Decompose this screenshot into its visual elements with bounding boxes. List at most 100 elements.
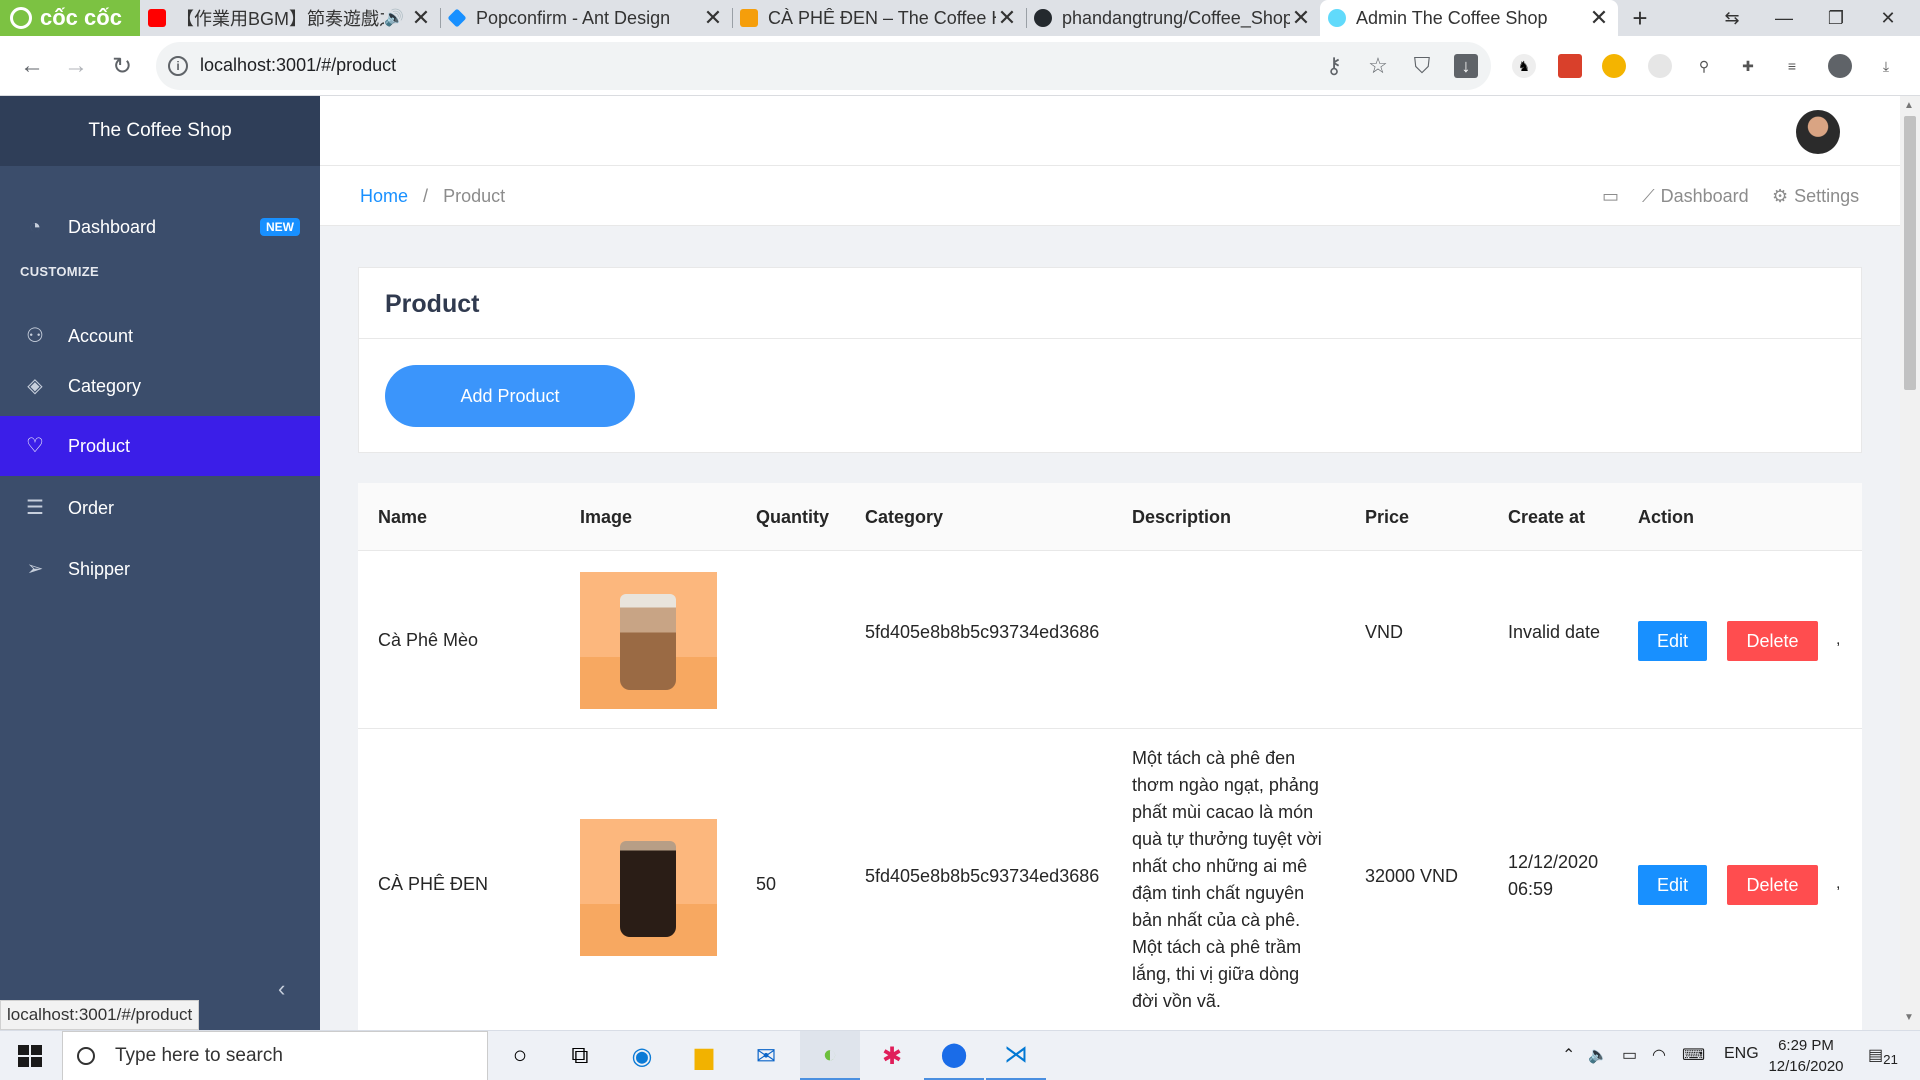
back-icon[interactable]: ← (16, 50, 48, 82)
product-created: 12/12/2020 06:59 (1508, 849, 1598, 903)
description-line: thơm ngào ngạt, phảng (1132, 775, 1319, 795)
extension-icon[interactable] (1648, 54, 1672, 78)
extension-icon[interactable] (1558, 54, 1582, 78)
app-title[interactable]: The Coffee Shop (0, 96, 320, 166)
product-category: 5fd405e8b8b5c93734ed3686 (865, 866, 1100, 886)
browser-tab-bgm[interactable]: 【作業用BGM】節奏遊戲之 🔊 ✕ (140, 0, 440, 36)
notification-center-icon[interactable]: ▤21 (1868, 1045, 1898, 1067)
window-close-icon[interactable]: ✕ (1862, 0, 1914, 36)
key-icon[interactable]: ⚷ (1322, 54, 1346, 78)
close-icon[interactable]: ✕ (702, 5, 724, 31)
show-hidden-icons-icon[interactable]: ⌃ (1562, 1045, 1575, 1065)
column-header-name: Name (378, 507, 428, 527)
profile-icon[interactable] (1828, 54, 1852, 78)
react-icon (1328, 9, 1346, 27)
scrollbar-thumb[interactable] (1904, 116, 1916, 390)
cortana-icon[interactable]: ○ (490, 1031, 550, 1080)
taskbar-clock[interactable]: 6:29 PM 12/16/2020 (1766, 1035, 1846, 1077)
edit-button[interactable]: Edit (1638, 865, 1707, 905)
collapse-sidebar-icon[interactable]: ‹ (278, 976, 285, 1002)
created-time: 06:59 (1508, 879, 1554, 899)
browser-tab-popconfirm[interactable]: Popconfirm - Ant Design ✕ (440, 0, 732, 36)
page-scrollbar[interactable]: ▲ ▼ (1900, 96, 1920, 1030)
product-table: Name Image Quantity Category Description… (358, 483, 1862, 1030)
address-bar[interactable]: i localhost:3001/#/product ⚷ ☆ ⛉ ↓ (156, 42, 1491, 90)
close-icon[interactable]: ✕ (996, 5, 1018, 31)
clock-time: 6:29 PM (1778, 1037, 1834, 1054)
sidebar-item-order[interactable]: ☰ Order (0, 478, 320, 538)
browser-tab-github[interactable]: phandangtrung/Coffee_Shop ✕ (1026, 0, 1320, 36)
browser-brand-label: cốc cốc (40, 5, 122, 30)
keyboard-icon[interactable]: ⌨ (1682, 1045, 1705, 1065)
close-icon[interactable]: ✕ (410, 5, 432, 31)
delete-button[interactable]: Delete (1727, 865, 1818, 905)
avatar[interactable] (1796, 110, 1840, 154)
message-icon[interactable]: ▭ (1602, 186, 1619, 207)
vscode-icon[interactable]: ⋊ (986, 1031, 1046, 1080)
sidebar-item-dashboard[interactable]: ◔ Dashboard NEW (0, 197, 320, 257)
minimize-icon[interactable]: — (1758, 0, 1810, 36)
tab-label: Admin The Coffee Shop (1356, 7, 1548, 28)
download-icon[interactable]: ↓ (1454, 54, 1478, 78)
close-icon[interactable]: ✕ (1588, 5, 1610, 31)
new-tab-icon[interactable]: + (1614, 0, 1666, 36)
coccoc-taskbar-icon[interactable]: ◐ (800, 1031, 860, 1080)
extension-icon[interactable] (1602, 54, 1626, 78)
extension-icon[interactable]: ♞ (1512, 54, 1536, 78)
bookmark-star-icon[interactable]: ☆ (1366, 54, 1390, 78)
sidebar-item-shipper[interactable]: ➢ Shipper (0, 539, 320, 599)
breadcrumb-home[interactable]: Home (360, 186, 408, 206)
description-line: phất mùi cacao là món (1132, 802, 1314, 822)
browser-brand[interactable]: cốc cốc (0, 0, 140, 36)
tab-label: Popconfirm - Ant Design (476, 7, 671, 28)
description-line: bản nhất của cà phê. (1132, 910, 1301, 930)
header-settings-link[interactable]: ⚙ Settings (1772, 186, 1859, 207)
tab-search-icon[interactable]: ⇆ (1706, 0, 1758, 36)
sidebar: The Coffee Shop ◔ Dashboard NEW CUSTOMIZ… (0, 96, 320, 1030)
forward-icon[interactable]: → (60, 50, 92, 82)
reload-icon[interactable]: ↻ (106, 50, 138, 82)
close-icon[interactable]: ✕ (1290, 5, 1312, 31)
sidebar-item-product[interactable]: ♡ Product (0, 416, 320, 476)
scroll-down-icon[interactable]: ▼ (1904, 1012, 1914, 1023)
slack-icon[interactable]: ✱ (862, 1031, 922, 1080)
chart-line-icon: ⟋ (1642, 186, 1655, 206)
edge-icon[interactable]: ◉ (612, 1031, 672, 1080)
windows-start-icon[interactable] (18, 1045, 42, 1067)
wifi-icon[interactable]: ◠ (1652, 1045, 1666, 1065)
add-product-button[interactable]: Add Product (385, 365, 635, 427)
ant-design-icon (447, 8, 467, 28)
battery-icon[interactable]: ▭ (1622, 1045, 1637, 1065)
playlist-icon[interactable]: ≡ (1780, 54, 1804, 78)
volume-icon[interactable]: 🔈 (1588, 1045, 1608, 1065)
site-info-icon[interactable]: i (168, 56, 188, 76)
description-line: đời vồn vã. (1132, 991, 1221, 1011)
maximize-icon[interactable]: ❐ (1810, 0, 1862, 36)
product-quantity: 50 (756, 874, 777, 894)
task-view-icon[interactable]: ⧉ (550, 1031, 610, 1080)
location-pin-icon[interactable]: ⚲ (1692, 54, 1716, 78)
sidebar-item-category[interactable]: ◈ Category (0, 356, 320, 416)
browser-tab-coffee-house[interactable]: CÀ PHÊ ĐEN – The Coffee Ho ✕ (732, 0, 1026, 36)
address-url[interactable]: localhost:3001/#/product (200, 55, 396, 76)
layers-icon: ◈ (27, 375, 43, 397)
sidebar-item-label: Account (68, 325, 134, 346)
header-dashboard-link[interactable]: ⟋ Dashboard (1642, 186, 1749, 207)
taskbar-search[interactable]: Type here to search (62, 1031, 488, 1080)
delete-button[interactable]: Delete (1727, 621, 1818, 661)
edit-button[interactable]: Edit (1638, 621, 1707, 661)
sidebar-item-label: Order (68, 497, 115, 518)
browser-tab-admin[interactable]: Admin The Coffee Shop ✕ (1320, 0, 1618, 36)
puzzle-icon[interactable]: ✚ (1736, 54, 1760, 78)
description-line: đậm tinh chất nguyên (1132, 883, 1305, 903)
file-explorer-icon[interactable]: ▆ (674, 1031, 734, 1080)
scroll-up-icon[interactable]: ▲ (1904, 100, 1914, 111)
speaker-icon[interactable]: 🔊 (384, 8, 404, 28)
language-indicator[interactable]: ENG (1724, 1045, 1759, 1063)
download-tray-icon[interactable]: ⤓ (1874, 54, 1898, 78)
description-line: Một tách cà phê trầm (1132, 937, 1302, 957)
mail-icon[interactable]: ✉ (736, 1031, 796, 1080)
breadcrumb-separator: / (423, 186, 429, 206)
maps-icon[interactable]: ⬤ (924, 1031, 984, 1080)
shield-icon[interactable]: ⛉ (1410, 54, 1434, 78)
